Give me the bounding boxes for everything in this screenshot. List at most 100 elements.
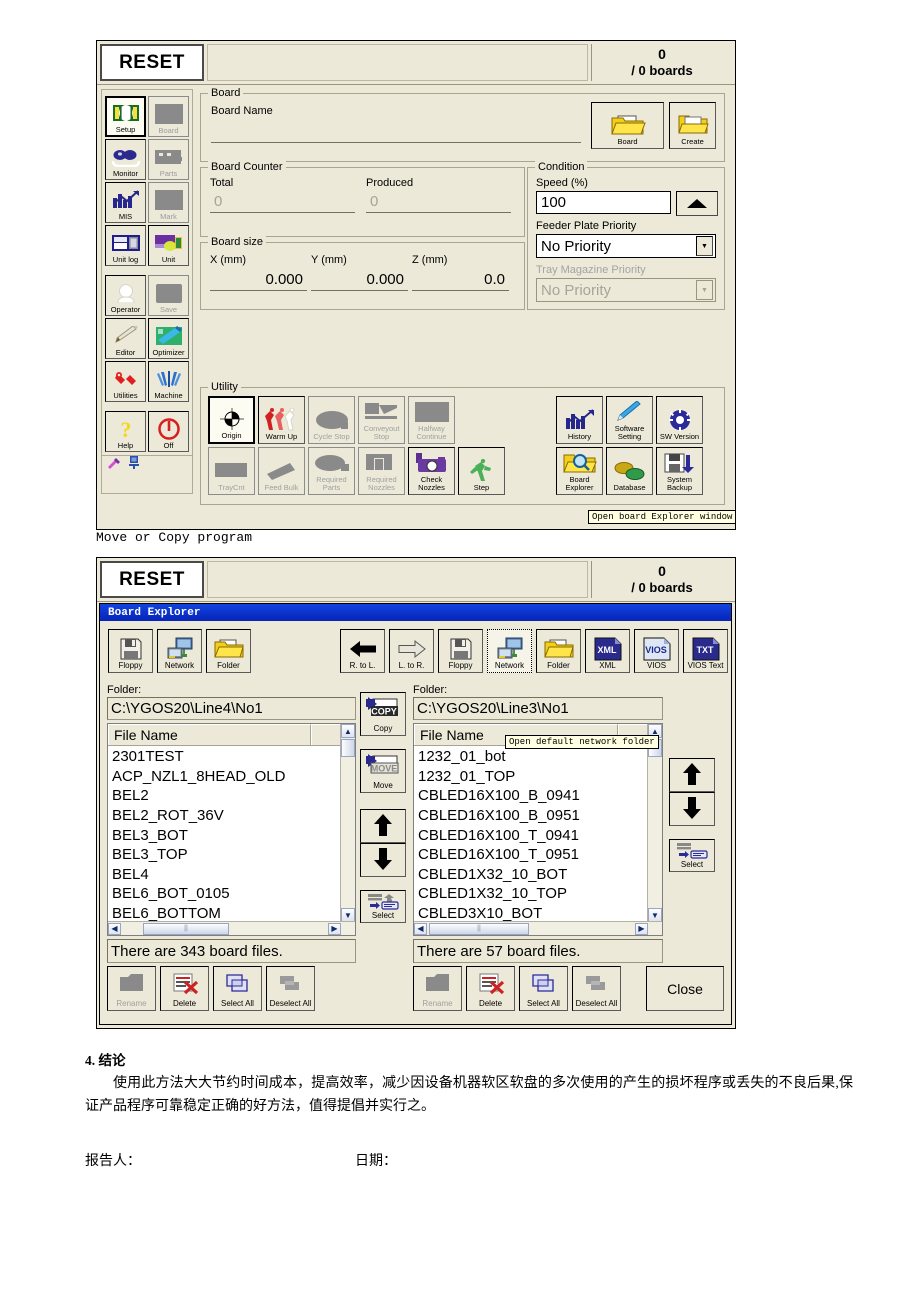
utility-traycnt-button[interactable]: TrayCnt (208, 447, 255, 495)
utility-warmup-button[interactable]: Warm Up (258, 396, 305, 444)
nav-item-mark[interactable]: Mark (148, 182, 189, 223)
list-item[interactable]: 2301TEST (108, 747, 355, 767)
list-item[interactable]: CBLED1X32_10_BOT (414, 865, 662, 885)
nav-item-optimizer[interactable]: Optimizer (148, 318, 189, 359)
toolbar-left-to-right[interactable]: L. to R. (389, 629, 434, 673)
nav-item-setup[interactable]: Setup (105, 96, 146, 137)
scroll-right-arrow-icon[interactable]: ▶ (328, 922, 341, 935)
scroll-down-button[interactable] (360, 843, 406, 877)
nav-item-help[interactable]: ? Help (105, 411, 146, 452)
list-item[interactable]: CBLED16X100_T_0951 (414, 845, 662, 865)
board-name-input[interactable] (211, 121, 581, 143)
left-deselect-all-button[interactable]: Deselect All (266, 966, 315, 1011)
left-col-filename[interactable]: File Name (108, 724, 311, 745)
close-button[interactable]: Close (646, 966, 724, 1011)
utility-board-explorer-button[interactable]: Board Explorer (556, 447, 603, 495)
utility-conveyout-stop-button[interactable]: Conveyout Stop (358, 396, 405, 444)
nav-item-unit-log[interactable]: Unit log (105, 225, 146, 266)
list-item[interactable]: BEL6_BOT_0105 (108, 884, 355, 904)
utility-origin-button[interactable]: Origin (208, 396, 255, 444)
right-vertical-scrollbar[interactable]: ▲ ▼ (647, 724, 662, 922)
toolbar-xml[interactable]: XML XML (585, 629, 630, 673)
right-deselect-all-button[interactable]: Deselect All (572, 966, 621, 1011)
tray-priority-select[interactable]: No Priority ▼ (536, 278, 716, 302)
left-rename-button[interactable]: Rename (107, 966, 156, 1011)
left-folder-path[interactable]: C:\YGOS20\Line4\No1 (107, 697, 356, 720)
right-horizontal-scrollbar[interactable]: ◀ || ▶ (414, 921, 662, 935)
list-item[interactable]: CBLED1X32_10_TOP (414, 884, 662, 904)
nav-item-editor[interactable]: Editor (105, 318, 146, 359)
utility-step-button[interactable]: Step (458, 447, 505, 495)
scroll-left-arrow-icon[interactable]: ◀ (108, 922, 121, 935)
utility-sw-version-button[interactable]: SW Version (656, 396, 703, 444)
scroll-thumb[interactable] (341, 739, 355, 757)
scroll-thumb-h[interactable]: || (143, 922, 229, 935)
nav-item-utilities[interactable]: Utilities (105, 361, 146, 402)
list-item[interactable]: CBLED16X100_B_0941 (414, 786, 662, 806)
list-item[interactable]: CBLED16X100_T_0941 (414, 825, 662, 845)
right-select-all-button[interactable]: Select All (519, 966, 568, 1011)
right-scroll-up-button[interactable] (669, 758, 715, 792)
left-delete-button[interactable]: Delete (160, 966, 209, 1011)
nav-item-board[interactable]: Board (148, 96, 189, 137)
right-folder-path[interactable]: C:\YGOS20\Line3\No1 (413, 697, 663, 720)
left-select-all-button[interactable]: Select All (213, 966, 262, 1011)
toolbar-left-floppy[interactable]: Floppy (108, 629, 153, 673)
scroll-up-button[interactable] (360, 809, 406, 843)
move-button[interactable]: MOVE Move (360, 749, 406, 793)
list-item[interactable]: BEL3_TOP (108, 845, 355, 865)
toolbar-vios-text[interactable]: TXT VIOS Text (683, 629, 728, 673)
utility-cycle-stop-button[interactable]: Cycle Stop (308, 396, 355, 444)
right-select-button[interactable]: Select (669, 839, 715, 872)
nav-item-machine[interactable]: Machine (148, 361, 189, 402)
list-item[interactable]: BEL2 (108, 786, 355, 806)
list-item[interactable]: ACP_NZL1_8HEAD_OLD (108, 767, 355, 787)
utility-history-button[interactable]: History (556, 396, 603, 444)
scroll-thumb-h[interactable]: || (429, 922, 529, 935)
toolbar-right-folder[interactable]: Folder (536, 629, 581, 673)
left-select-button[interactable]: Select (360, 890, 406, 923)
list-item[interactable]: BEL4 (108, 865, 355, 885)
feeder-priority-select[interactable]: No Priority ▼ (536, 234, 716, 258)
board-open-button[interactable]: Board (591, 102, 664, 149)
list-item[interactable]: 1232_01_TOP (414, 767, 662, 787)
utility-system-backup-button[interactable]: System Backup (656, 447, 703, 495)
reset-button[interactable]: RESET (100, 44, 204, 81)
utility-halfway-continue-button[interactable]: Halfway Continue (408, 396, 455, 444)
copy-button[interactable]: COPY Copy (360, 692, 406, 736)
toolbar-vios[interactable]: VIOS VIOS (634, 629, 679, 673)
device-icon[interactable] (128, 455, 140, 474)
toolbar-left-folder[interactable]: Folder (206, 629, 251, 673)
right-rename-button[interactable]: Rename (413, 966, 462, 1011)
scroll-up-arrow-icon[interactable]: ▲ (341, 724, 355, 738)
utility-feed-bulk-button[interactable]: Feed Bulk (258, 447, 305, 495)
scroll-left-arrow-icon[interactable]: ◀ (414, 922, 427, 935)
list-item[interactable]: BEL2_ROT_36V (108, 806, 355, 826)
list-item[interactable]: CBLED16X100_B_0951 (414, 806, 662, 826)
scroll-down-arrow-icon[interactable]: ▼ (341, 908, 355, 922)
toolbar-left-network[interactable]: Network (157, 629, 202, 673)
utility-required-parts-button[interactable]: Required Parts (308, 447, 355, 495)
list-item[interactable]: 1232_01_bot (414, 747, 662, 767)
speed-input[interactable]: 100 (536, 191, 671, 214)
right-file-list[interactable]: File Name 1232_01_bot 1232_01_TOP CBLED1… (413, 723, 663, 936)
utility-database-button[interactable]: Database (606, 447, 653, 495)
toolbar-right-floppy[interactable]: Floppy (438, 629, 483, 673)
right-delete-button[interactable]: Delete (466, 966, 515, 1011)
reset-button-2[interactable]: RESET (100, 561, 204, 598)
left-col-size[interactable] (311, 724, 343, 745)
left-file-list[interactable]: File Name 2301TEST ACP_NZL1_8HEAD_OLD BE… (107, 723, 356, 936)
right-scroll-down-button[interactable] (669, 792, 715, 826)
utility-software-setting-button[interactable]: Software Setting (606, 396, 653, 444)
utility-check-nozzles-button[interactable]: Check Nozzles (408, 447, 455, 495)
nav-item-unit[interactable]: Unit (148, 225, 189, 266)
nav-item-operator[interactable]: Operator (105, 275, 146, 316)
list-item[interactable]: BEL3_BOT (108, 825, 355, 845)
toolbar-right-to-left[interactable]: R. to L. (340, 629, 385, 673)
nav-item-parts[interactable]: Parts (148, 139, 189, 180)
lightning-icon[interactable] (107, 456, 121, 474)
scroll-right-arrow-icon[interactable]: ▶ (635, 922, 648, 935)
nav-item-save[interactable]: Save (148, 275, 189, 316)
nav-item-off[interactable]: Off (148, 411, 189, 452)
speed-up-button[interactable] (676, 191, 718, 216)
